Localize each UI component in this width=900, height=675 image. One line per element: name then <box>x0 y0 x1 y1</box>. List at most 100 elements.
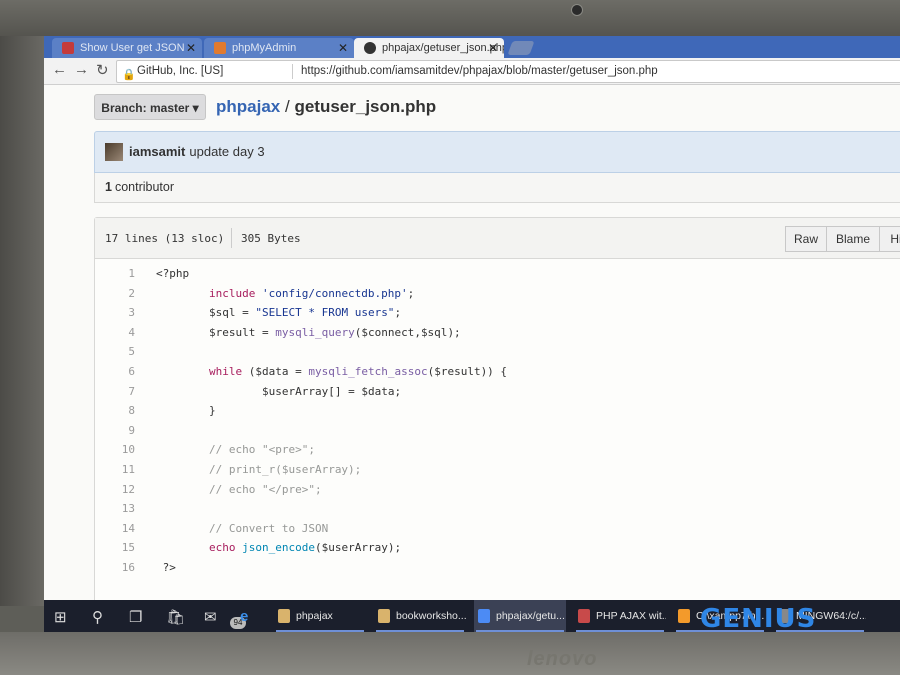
address-bar: ← → ↻ 🔒 GitHub, Inc. [US] https://github… <box>44 58 900 85</box>
history-button[interactable]: His <box>879 226 900 252</box>
caret-down-icon: ▾ <box>192 101 199 115</box>
commit-text: iamsamit update day 3 <box>129 144 265 159</box>
task-app-icon <box>378 609 390 623</box>
breadcrumb: phpajax / getuser_json.php <box>216 97 436 117</box>
line-number[interactable]: 11 <box>95 463 135 476</box>
line-number[interactable]: 6 <box>95 365 135 378</box>
mail-icon[interactable]: ✉ <box>204 608 217 626</box>
code-line: } <box>156 404 216 418</box>
task-app-icon <box>578 609 590 623</box>
commit-message[interactable]: update day 3 <box>189 144 264 159</box>
taskbar-task[interactable]: phpajax/getu... <box>474 600 566 632</box>
task-app-icon <box>478 609 490 623</box>
close-icon[interactable]: ✕ <box>488 38 498 58</box>
laptop-brand: lenovo <box>527 648 598 670</box>
close-icon[interactable]: ✕ <box>186 38 196 58</box>
task-view-icon[interactable]: ❐ <box>129 608 142 626</box>
taskbar-task[interactable]: phpajax <box>274 600 366 632</box>
line-number[interactable]: 1 <box>95 267 135 280</box>
reload-icon[interactable]: ↻ <box>96 61 109 79</box>
tab-label: Show User get JSON <box>80 42 185 54</box>
line-number[interactable]: 3 <box>95 306 135 319</box>
forward-arrow-icon[interactable]: → <box>74 61 89 78</box>
line-count: 17 lines (13 sloc) <box>105 232 225 245</box>
lock-icon: 🔒 <box>122 69 136 81</box>
line-number[interactable]: 5 <box>95 345 135 358</box>
code-line: $result = mysqli_query($connect,$sql); <box>208 325 461 339</box>
branch-label: Branch: master <box>101 101 190 115</box>
line-number[interactable]: 2 <box>95 287 135 300</box>
tab-show-user[interactable]: Show User get JSON ✕ <box>52 38 202 58</box>
file-info-divider <box>231 228 232 248</box>
github-page: Branch: master ▾ phpajax / getuser_json.… <box>44 85 900 607</box>
code-line: // echo "<pre>"; <box>208 443 315 457</box>
line-number[interactable]: 8 <box>95 404 135 417</box>
repo-link[interactable]: phpajax <box>216 97 280 116</box>
taskbar-task[interactable]: PHP AJAX wit... <box>574 600 666 632</box>
line-number[interactable]: 4 <box>95 326 135 339</box>
line-number[interactable]: 10 <box>95 443 135 456</box>
back-arrow-icon[interactable]: ← <box>52 61 67 78</box>
line-number[interactable]: 15 <box>95 541 135 554</box>
phpmyadmin-favicon-icon <box>214 42 226 54</box>
contributors-bar[interactable]: 1 contributor <box>94 173 900 203</box>
file-viewer: 17 lines (13 sloc) 305 Bytes Raw Blame H… <box>94 217 900 607</box>
webcam-icon <box>571 4 583 16</box>
omnibox-divider <box>292 64 293 79</box>
search-icon[interactable]: ⚲ <box>92 608 103 626</box>
file-name: getuser_json.php <box>294 97 437 116</box>
github-favicon-icon <box>364 42 376 54</box>
app-favicon-icon <box>62 42 74 54</box>
line-number[interactable]: 16 <box>95 561 135 574</box>
laptop-bezel-bottom: lenovo <box>0 632 900 675</box>
url-text[interactable]: https://github.com/iamsamitdev/phpajax/b… <box>301 61 658 82</box>
latest-commit: iamsamit update day 3 <box>94 131 900 173</box>
tab-label: phpajax/getuser_json.php <box>382 42 504 54</box>
task-label: phpajax <box>296 610 333 622</box>
blame-button[interactable]: Blame <box>826 226 880 252</box>
task-label: PHP AJAX wit... <box>596 610 666 622</box>
windows-start-icon[interactable]: ⊞ <box>54 608 67 626</box>
task-label: phpajax/getu... <box>496 610 565 622</box>
taskbar-task[interactable]: bookworksho... <box>374 600 466 632</box>
avatar[interactable] <box>105 143 123 161</box>
laptop-bezel-top <box>0 0 900 36</box>
contributor-label: contributor <box>114 180 175 194</box>
commit-author[interactable]: iamsamit <box>129 144 185 159</box>
line-number[interactable]: 14 <box>95 522 135 535</box>
tab-phpmyadmin[interactable]: phpMyAdmin ✕ <box>204 38 354 58</box>
file-header: 17 lines (13 sloc) 305 Bytes Raw Blame H… <box>95 218 900 259</box>
code-line: <?php <box>156 267 190 280</box>
code-line: // echo "</pre>"; <box>208 482 322 496</box>
line-number[interactable]: 13 <box>95 502 135 515</box>
watermark-text: GENIUS <box>700 604 817 632</box>
line-number[interactable]: 7 <box>95 385 135 398</box>
task-app-icon <box>278 609 290 623</box>
line-number[interactable]: 12 <box>95 483 135 496</box>
code-line: ?> <box>156 561 176 574</box>
code-line: echo json_encode($userArray); <box>208 541 402 555</box>
code-line: $sql = "SELECT * FROM users"; <box>208 306 402 320</box>
screen: Show User get JSON ✕ phpMyAdmin ✕ phpaja… <box>44 36 900 632</box>
edge-browser-icon[interactable]: e <box>240 608 248 625</box>
file-size: 305 Bytes <box>241 232 301 245</box>
line-number[interactable]: 9 <box>95 424 135 437</box>
tab-label: phpMyAdmin <box>232 42 297 54</box>
breadcrumb-separator: / <box>284 97 290 116</box>
new-tab-button[interactable] <box>507 41 535 55</box>
code-line: // print_r($userArray); <box>208 463 362 476</box>
code-line: while ($data = mysqli_fetch_assoc($resul… <box>208 365 508 378</box>
branch-selector-button[interactable]: Branch: master ▾ <box>94 94 206 120</box>
contributor-count: 1 <box>105 180 112 194</box>
store-icon[interactable]: 🛍 <box>166 608 185 626</box>
tab-github-file[interactable]: phpajax/getuser_json.php ✕ <box>354 38 504 58</box>
laptop-bezel-left <box>0 36 44 606</box>
task-app-icon <box>678 609 690 623</box>
site-org: GitHub, Inc. [US] <box>137 65 224 77</box>
close-icon[interactable]: ✕ <box>338 38 348 58</box>
browser-tab-strip: Show User get JSON ✕ phpMyAdmin ✕ phpaja… <box>44 36 900 58</box>
code-line: $userArray[] = $data; <box>261 384 402 398</box>
code-line: include 'config/connectdb.php'; <box>208 286 415 300</box>
omnibox[interactable]: 🔒 GitHub, Inc. [US] https://github.com/i… <box>116 60 900 83</box>
raw-button[interactable]: Raw <box>785 226 827 252</box>
